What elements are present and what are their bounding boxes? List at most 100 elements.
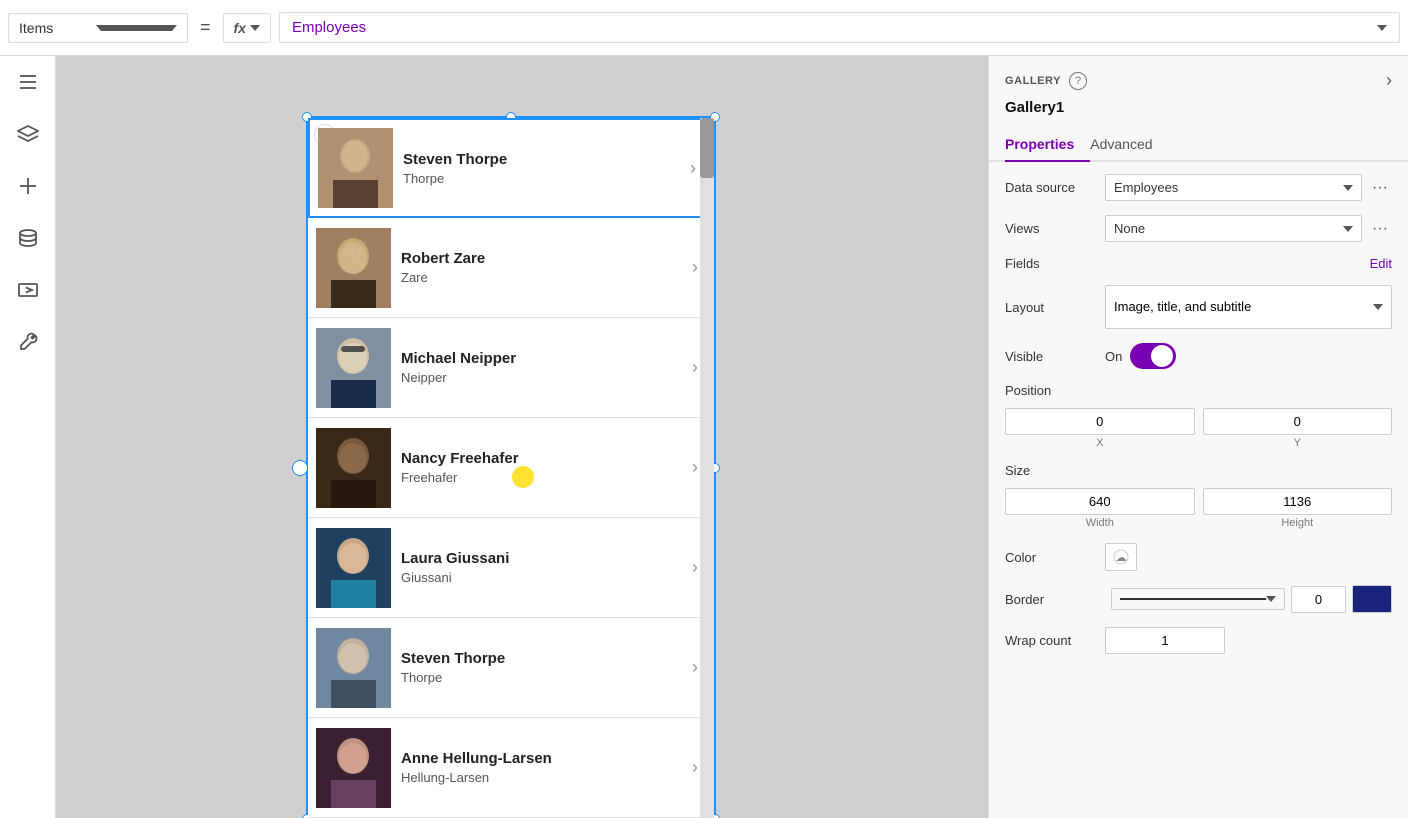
fx-chevron-icon: [250, 25, 260, 31]
sidebar-add-icon[interactable]: [12, 170, 44, 202]
panel-gallery-name: Gallery1: [989, 99, 1408, 128]
tab-advanced[interactable]: Advanced: [1090, 128, 1168, 162]
prop-fields: Fields Edit: [1005, 256, 1392, 271]
gallery-item[interactable]: Anne Hellung-Larsen Hellung-Larsen ›: [308, 718, 714, 818]
size-h-group: Height: [1203, 488, 1393, 529]
pos-x-label: X: [1005, 437, 1195, 449]
border-color-swatch[interactable]: [1352, 585, 1392, 613]
prop-data-source: Data source Employees ···: [1005, 174, 1392, 201]
gallery-item[interactable]: ✏ Steven Thorpe Thorpe: [308, 118, 714, 218]
gallery-item-name: Robert Zare: [401, 250, 682, 267]
prop-position: Position X Y: [1005, 383, 1392, 449]
panel-help-icon[interactable]: ?: [1069, 72, 1087, 90]
photo-anne: [316, 728, 391, 808]
fx-label: fx: [234, 20, 246, 36]
data-source-more-button[interactable]: ···: [1368, 176, 1392, 200]
pos-y-input[interactable]: [1203, 408, 1393, 435]
gallery-widget[interactable]: ✏ Steven Thorpe Thorpe: [306, 116, 716, 818]
views-chevron-icon: [1343, 226, 1353, 232]
prop-visible: Visible On: [1005, 343, 1392, 369]
sidebar-database-icon[interactable]: [12, 222, 44, 254]
gallery-item[interactable]: Nancy Freehafer Freehafer ›: [308, 418, 714, 518]
items-label: Items: [19, 20, 90, 36]
formula-chevron-icon: [1377, 25, 1387, 31]
items-dropdown[interactable]: Items: [8, 13, 188, 43]
formula-bar[interactable]: Employees: [279, 12, 1400, 43]
sidebar-media-icon[interactable]: [12, 274, 44, 306]
gallery-item-name: Laura Giussani: [401, 550, 682, 567]
size-w-label: Width: [1005, 517, 1195, 529]
prop-border: Border: [1005, 585, 1392, 613]
size-height-input[interactable]: [1203, 488, 1393, 515]
border-width-input[interactable]: [1291, 586, 1346, 613]
layout-label: Layout: [1005, 300, 1105, 315]
views-more-button[interactable]: ···: [1368, 217, 1392, 241]
views-value: None ···: [1105, 215, 1392, 242]
panel-expand-icon[interactable]: ›: [1386, 70, 1392, 91]
gallery-item-subtitle: Thorpe: [401, 670, 682, 685]
gallery-item-name: Michael Neipper: [401, 350, 682, 367]
gallery-item[interactable]: Laura Giussani Giussani ›: [308, 518, 714, 618]
photo-michael: [316, 328, 391, 408]
sidebar-tools-icon[interactable]: [12, 326, 44, 358]
gallery-item[interactable]: Steven Thorpe Thorpe ›: [308, 618, 714, 718]
formula-text: Employees: [292, 19, 366, 36]
photo-nancy: [316, 428, 391, 508]
position-label: Position: [1005, 383, 1392, 398]
gallery-item-name: Steven Thorpe: [403, 151, 680, 168]
position-inputs: X Y: [1005, 408, 1392, 449]
visible-label: Visible: [1005, 349, 1105, 364]
visible-on-text: On: [1105, 349, 1122, 364]
fields-edit-link[interactable]: Edit: [1370, 256, 1392, 271]
gallery-item-info: Anne Hellung-Larsen Hellung-Larsen: [391, 750, 692, 785]
fields-label: Fields: [1005, 256, 1105, 271]
gallery-item-info: Robert Zare Zare: [391, 250, 692, 285]
panel-tabs: Properties Advanced: [989, 128, 1408, 162]
gallery-item-subtitle: Neipper: [401, 370, 682, 385]
border-label: Border: [1005, 592, 1105, 607]
sidebar-layers-icon[interactable]: [12, 118, 44, 150]
prop-views: Views None ···: [1005, 215, 1392, 242]
top-bar: Items = fx Employees: [0, 0, 1408, 56]
gallery-item-subtitle: Thorpe: [403, 171, 680, 186]
gallery-item-info: Laura Giussani Giussani: [391, 550, 692, 585]
views-label: Views: [1005, 221, 1105, 236]
tab-properties[interactable]: Properties: [1005, 128, 1090, 162]
data-source-dropdown[interactable]: Employees: [1105, 174, 1362, 201]
pos-x-group: X: [1005, 408, 1195, 449]
gallery-item-info: Steven Thorpe Thorpe: [393, 151, 690, 186]
photo-laura: [316, 528, 391, 608]
equals-sign: =: [196, 17, 215, 38]
color-value: ☁: [1105, 543, 1392, 571]
prop-color: Color ☁: [1005, 543, 1392, 571]
views-dropdown[interactable]: None: [1105, 215, 1362, 242]
scroll-track[interactable]: [700, 118, 714, 818]
gallery-item-name: Steven Thorpe: [401, 650, 682, 667]
gallery-item[interactable]: Michael Neipper Neipper ›: [308, 318, 714, 418]
layout-dropdown[interactable]: Image, title, and subtitle: [1105, 285, 1392, 329]
wrap-count-input[interactable]: [1105, 627, 1225, 654]
border-line-chevron-icon: [1266, 596, 1276, 602]
pos-x-input[interactable]: [1005, 408, 1195, 435]
items-chevron-icon: [96, 25, 177, 31]
color-label: Color: [1005, 550, 1105, 565]
size-inputs: Width Height: [1005, 488, 1392, 529]
gallery-item-name: Anne Hellung-Larsen: [401, 750, 682, 767]
photo-steven2: [316, 628, 391, 708]
sidebar-menu-icon[interactable]: [12, 66, 44, 98]
handle-mid-left[interactable]: [292, 460, 308, 476]
gallery-item-subtitle: Hellung-Larsen: [401, 770, 682, 785]
wrap-count-value: [1105, 627, 1392, 654]
size-width-input[interactable]: [1005, 488, 1195, 515]
gallery-item-subtitle: Zare: [401, 270, 682, 285]
scroll-thumb[interactable]: [700, 118, 714, 178]
main-area: ✏ Steven Thorpe Thorpe: [0, 56, 1408, 818]
color-swatch[interactable]: ☁: [1105, 543, 1137, 571]
size-w-group: Width: [1005, 488, 1195, 529]
gallery-item[interactable]: Robert Zare Zare ›: [308, 218, 714, 318]
fx-button[interactable]: fx: [223, 13, 271, 43]
visible-toggle[interactable]: [1130, 343, 1176, 369]
border-line-dropdown[interactable]: [1111, 588, 1285, 610]
canvas-area[interactable]: ✏ Steven Thorpe Thorpe: [56, 56, 988, 818]
svg-text:☁: ☁: [1116, 552, 1127, 564]
